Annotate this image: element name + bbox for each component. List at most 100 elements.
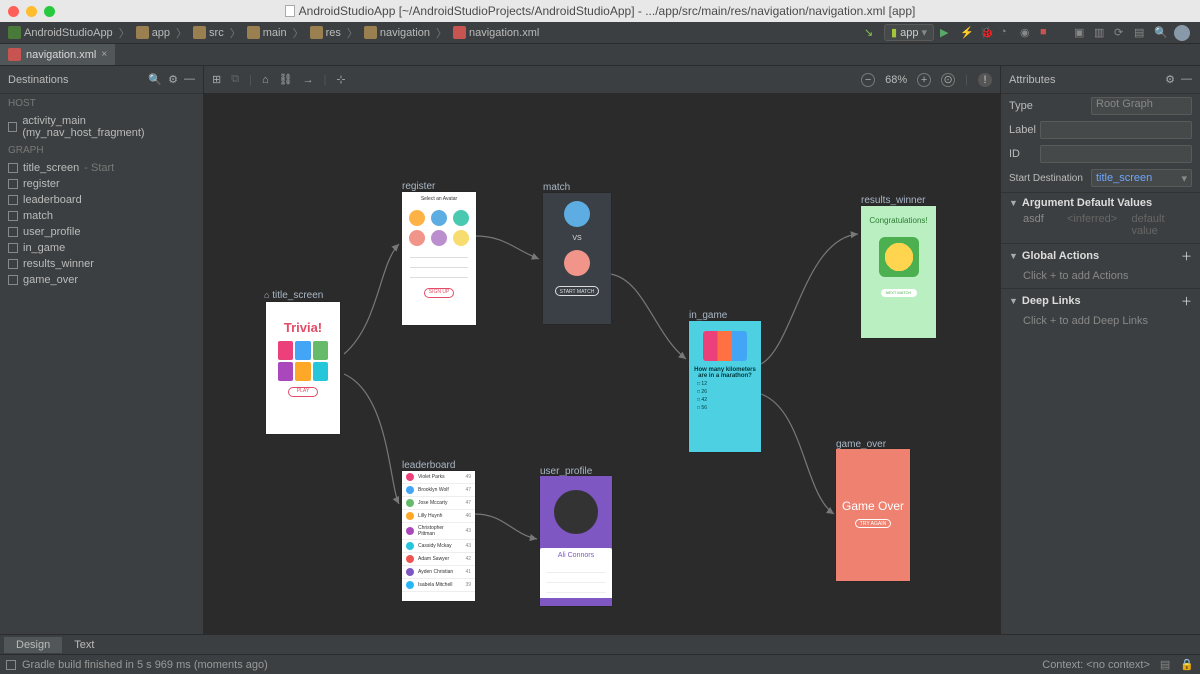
breadcrumb-item[interactable]: src [189,26,228,39]
android-icon: ▮ [891,26,897,39]
action-icon[interactable]: → [303,74,314,86]
sdk-icon[interactable]: ▥ [1094,26,1108,40]
close-tab-icon[interactable]: × [101,49,107,60]
auto-arrange-icon[interactable]: ⊹ [336,73,345,86]
make-icon[interactable]: ↘ [864,26,878,40]
deeplink-icon[interactable]: ⛓ [279,73,293,86]
run-configuration-combo[interactable]: ▮app▾ [884,24,934,41]
new-destination-icon[interactable]: ⊞ [212,73,221,86]
apply-changes-icon[interactable]: ⚡ [960,26,974,40]
deep-links-section[interactable]: ▼Deep Links＋ [1001,288,1200,313]
type-field: Root Graph [1091,97,1192,115]
fragment-icon [8,163,18,173]
breadcrumb-item[interactable]: AndroidStudioApp [4,26,117,39]
start-destination-combo[interactable]: title_screen▾ [1091,169,1192,187]
id-field[interactable] [1040,145,1192,163]
node-results-winner[interactable]: Congratulations! NEXT MATCH [861,206,936,338]
destination-item-register[interactable]: register [0,176,203,192]
node-label-leaderboard: leaderboard [402,460,455,471]
node-label-results-winner: results_winner [861,195,925,206]
folder-icon [364,26,377,39]
leaderboard-row: Jose Mccarty47 [402,497,475,510]
avd-icon[interactable]: ▣ [1074,26,1088,40]
fragment-icon [8,275,18,285]
breadcrumb-item[interactable]: main [243,26,291,39]
destinations-panel: Destinations 🔍 ⚙ — HOST activity_main (m… [0,66,204,634]
tab-design[interactable]: Design [4,637,62,653]
tab-text[interactable]: Text [62,637,106,653]
destination-item-game_over[interactable]: game_over [0,272,203,288]
node-leaderboard[interactable]: Violet Parks49Brooklyn Wolf47Jose Mccart… [402,471,475,601]
breadcrumb-item[interactable]: navigation.xml [449,26,543,39]
stop-icon[interactable]: ■ [1040,26,1054,40]
destination-item-leaderboard[interactable]: leaderboard [0,192,203,208]
fragment-icon [8,195,18,205]
label-field[interactable] [1040,121,1192,139]
status-context: Context: <no context> [1042,659,1150,671]
global-actions-section[interactable]: ▼Global Actions＋ [1001,243,1200,268]
file-icon [285,5,295,17]
attributes-title: Attributes [1009,74,1055,86]
memory-icon[interactable]: ▤ [1160,658,1170,671]
destination-item-title_screen[interactable]: title_screen - Start [0,160,203,176]
warnings-icon[interactable]: ! [978,73,992,87]
leaderboard-row: Christopher Pittman43 [402,523,475,540]
gear-icon[interactable]: ⚙ [168,73,178,86]
node-register[interactable]: Select an Avatar SIGN UP [402,192,476,325]
node-label-register: register [402,181,435,192]
fragment-icon [8,179,18,189]
add-deeplink-icon[interactable]: ＋ [1181,293,1192,309]
nav-canvas[interactable]: ⌂ title_screen Trivia! PLAY register Sel… [204,94,1000,634]
node-match[interactable]: VS START MATCH [543,193,611,324]
gear-icon[interactable]: ⚙ [1165,73,1175,86]
profile-icon[interactable]: ◔ [1000,26,1014,40]
run-icon[interactable]: ▶ [940,26,954,40]
folder-icon [247,26,260,39]
hide-icon[interactable]: — [184,73,195,86]
trivia-icons [278,341,328,381]
status-icon[interactable] [6,660,16,670]
destinations-title: Destinations [8,74,69,86]
zoom-in-icon[interactable]: + [917,73,931,87]
editor-mode-tabs: Design Text [0,634,1200,654]
hide-icon[interactable]: — [1181,73,1192,86]
breadcrumb-item[interactable]: res [306,26,345,39]
host-item[interactable]: activity_main (my_nav_host_fragment) [0,113,203,141]
fragment-icon [8,211,18,221]
search-icon[interactable]: 🔍 [1154,26,1168,40]
leaderboard-row: Brooklyn Wolf47 [402,484,475,497]
arguments-section[interactable]: ▼Argument Default Values [1001,192,1200,213]
sync-icon[interactable]: ⟳ [1114,26,1128,40]
folder-icon [310,26,323,39]
destination-item-results_winner[interactable]: results_winner [0,256,203,272]
node-title-screen[interactable]: Trivia! PLAY [266,302,340,434]
breadcrumb-item[interactable]: app [132,26,174,39]
nested-graph-icon[interactable]: ⧉ [231,73,239,86]
leaderboard-row: Cassidy Mckay43 [402,540,475,553]
structure-icon[interactable]: ▤ [1134,26,1148,40]
attach-icon[interactable]: ◉ [1020,26,1034,40]
zoom-out-icon[interactable]: − [861,73,875,87]
destination-item-in_game[interactable]: in_game [0,240,203,256]
folder-icon [136,26,149,39]
fragment-icon [8,243,18,253]
search-icon[interactable]: 🔍 [148,73,162,86]
add-action-icon[interactable]: ＋ [1181,248,1192,264]
destination-item-match[interactable]: match [0,208,203,224]
editor-tabs: navigation.xml × [0,44,1200,66]
home-icon[interactable]: ⌂ [262,74,269,86]
editor-tab-navigation[interactable]: navigation.xml × [0,44,116,65]
debug-icon[interactable]: 🐞 [980,26,994,40]
avatar-icon[interactable] [1174,25,1190,41]
node-in-game[interactable]: How many kilometers are in a marathon? □… [689,321,761,452]
destination-item-user_profile[interactable]: user_profile [0,224,203,240]
breadcrumb-item[interactable]: navigation [360,26,434,39]
leaderboard-row: Isabela Mitchell39 [402,579,475,592]
start-destination-icon: ⌂ [264,290,269,300]
node-game-over[interactable]: Game Over TRY AGAIN [836,449,910,581]
node-user-profile[interactable]: Ali Connors [540,476,612,606]
zoom-fit-icon[interactable]: ⊙ [941,73,955,87]
leaderboard-row: Ayden Christian41 [402,566,475,579]
lock-icon[interactable]: 🔒 [1180,658,1194,671]
project-icon [8,26,21,39]
